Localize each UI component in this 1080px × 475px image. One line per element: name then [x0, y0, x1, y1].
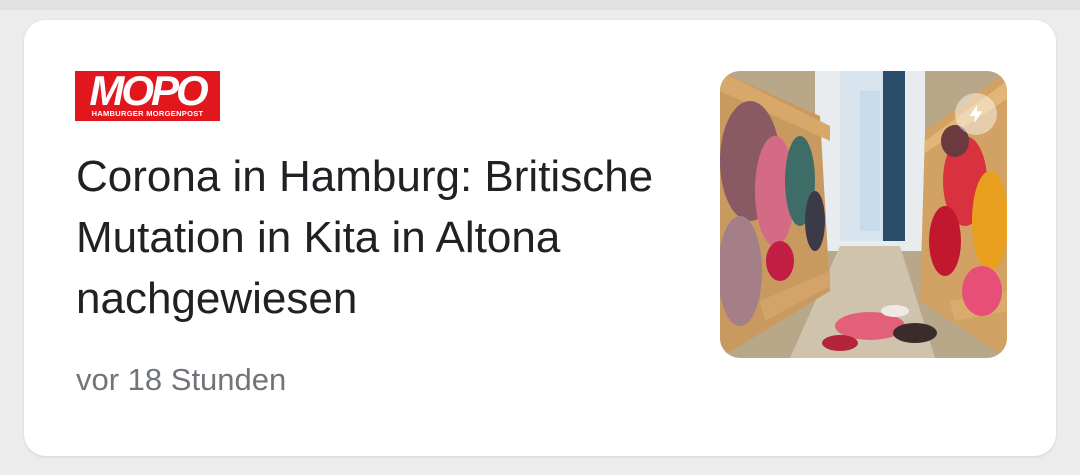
article-timestamp: vor 18 Stunden	[76, 362, 287, 397]
logo-subtitle: HAMBURGER MORGENPOST	[91, 109, 204, 118]
news-card[interactable]: MOPO HAMBURGER MORGENPOST Corona in Hamb…	[24, 20, 1056, 456]
logo-wordmark: MOPO	[89, 67, 208, 114]
previous-card-edge	[0, 0, 1080, 10]
article-headline[interactable]: Corona in Hamburg: Britische Mutation in…	[76, 146, 676, 329]
lightning-bolt-icon	[955, 93, 997, 135]
publisher-logo: MOPO HAMBURGER MORGENPOST	[75, 67, 220, 121]
article-thumbnail[interactable]	[720, 71, 1007, 358]
